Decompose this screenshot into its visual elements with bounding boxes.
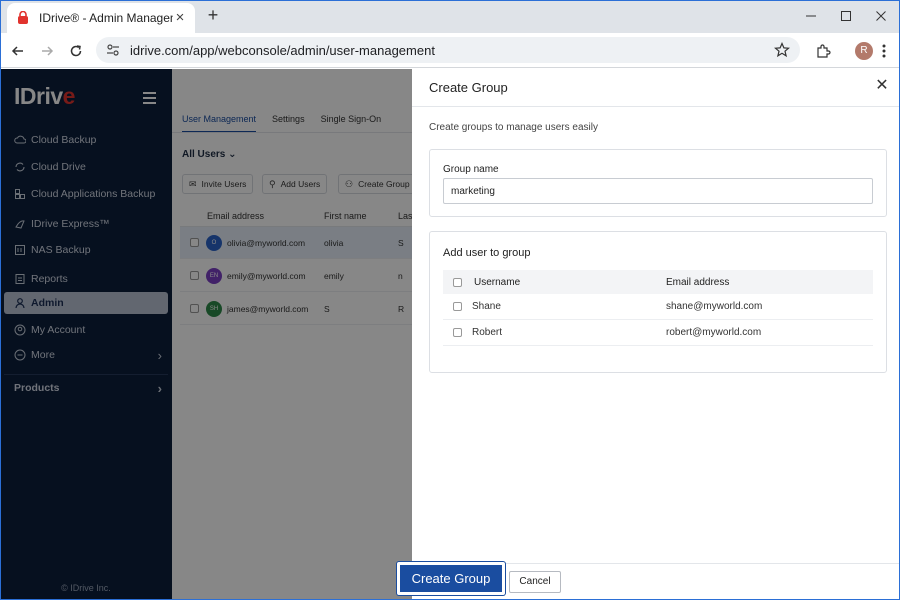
site-settings-icon[interactable] (106, 43, 120, 57)
bookmark-star-icon[interactable] (773, 41, 791, 58)
extensions-icon[interactable] (812, 40, 834, 62)
reload-icon[interactable] (65, 40, 87, 62)
drawer-title: Create Group (429, 80, 508, 95)
close-icon[interactable]: ✕ (874, 78, 890, 94)
window-close-icon[interactable] (866, 4, 896, 28)
column-username: Username (474, 276, 521, 288)
group-name-label: Group name (443, 164, 499, 175)
create-group-drawer: Create Group ✕ Create groups to manage u… (412, 69, 900, 600)
back-icon[interactable] (7, 40, 29, 62)
address-bar[interactable]: idrive.com/app/webconsole/admin/user-man… (96, 37, 800, 63)
new-tab-icon[interactable]: + (204, 6, 222, 26)
row-email: shane@myworld.com (666, 301, 763, 312)
members-table-header: Username Email address (443, 270, 873, 294)
drawer-subtitle: Create groups to manage users easily (429, 122, 598, 133)
modal-backdrop[interactable] (0, 69, 412, 600)
row-username: Robert (472, 327, 503, 338)
tab-close-icon[interactable]: × (173, 10, 187, 25)
table-row[interactable]: Shane shane@myworld.com (443, 294, 873, 320)
column-email-address: Email address (666, 276, 730, 288)
url-text: idrive.com/app/webconsole/admin/user-man… (130, 42, 435, 58)
add-user-panel: Add user to group Username Email address… (429, 231, 887, 373)
select-all-checkbox[interactable] (453, 277, 462, 287)
row-email: robert@myworld.com (666, 327, 762, 338)
row-checkbox[interactable] (453, 302, 462, 311)
profile-avatar[interactable]: R (855, 42, 873, 60)
create-group-submit-button[interactable]: Create Group (397, 562, 505, 595)
idrive-favicon-icon (15, 10, 31, 26)
browser-tab-bar: IDrive® - Admin Management × + (0, 0, 900, 33)
drawer-header: Create Group ✕ (412, 69, 900, 107)
forward-icon[interactable] (36, 40, 58, 62)
group-name-panel: Group name (429, 149, 887, 217)
table-row[interactable]: Robert robert@myworld.com (443, 320, 873, 346)
browser-toolbar: idrive.com/app/webconsole/admin/user-man… (0, 33, 900, 68)
cancel-button[interactable]: Cancel (509, 571, 561, 593)
tab-title: IDrive® - Admin Management (39, 11, 173, 25)
group-name-input[interactable] (443, 178, 873, 204)
add-user-label: Add user to group (443, 247, 531, 259)
maximize-icon[interactable] (831, 4, 861, 28)
browser-menu-icon[interactable] (873, 40, 895, 62)
browser-tab[interactable]: IDrive® - Admin Management × (7, 3, 195, 33)
minimize-icon[interactable] (796, 4, 826, 28)
row-username: Shane (472, 301, 501, 312)
row-checkbox[interactable] (453, 328, 462, 337)
